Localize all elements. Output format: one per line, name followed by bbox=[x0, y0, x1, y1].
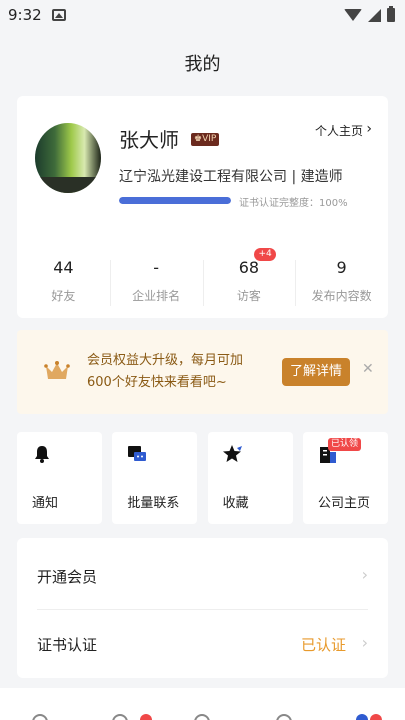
chevron-right-icon: › bbox=[361, 633, 368, 652]
stat-label: 企业排名 bbox=[132, 289, 181, 303]
quick-favorites[interactable]: 收藏 bbox=[207, 432, 293, 524]
stat-published[interactable]: 9 发布内容数 bbox=[295, 256, 388, 306]
stat-label: 访客 bbox=[236, 289, 261, 303]
certificate-progress-text: 证书认证完整度：100% bbox=[239, 198, 348, 209]
quick-label: 批量联系 bbox=[127, 496, 180, 511]
status-time: 9:32 bbox=[8, 6, 42, 24]
visitor-count-badge: +4 bbox=[254, 248, 276, 261]
menu-item-certificate[interactable]: 证书认证 已认证 › bbox=[37, 610, 368, 678]
battery-icon bbox=[387, 6, 395, 22]
membership-promo-banner: 会员权益大升级，每月可加 600个好友快来看看吧~ 了解详情 ✕ bbox=[17, 330, 388, 414]
stat-friends[interactable]: 44 好友 bbox=[17, 256, 110, 306]
stat-label: 发布内容数 bbox=[311, 289, 372, 303]
menu-label: 证书认证 bbox=[37, 636, 98, 654]
status-indicators bbox=[344, 6, 395, 22]
discover-tab-icon[interactable] bbox=[194, 714, 210, 720]
wifi-icon bbox=[344, 9, 362, 21]
promo-line-1: 会员权益大升级，每月可加 bbox=[87, 353, 244, 368]
promo-line-2: 600个好友快来看看吧~ bbox=[87, 375, 227, 390]
home-tab-icon[interactable] bbox=[32, 714, 48, 720]
publish-tab-icon[interactable] bbox=[276, 714, 292, 720]
certificate-status: 已认证 bbox=[300, 636, 346, 654]
vip-badge: ♚VIP bbox=[191, 133, 220, 146]
bottom-tab-bar bbox=[0, 688, 405, 720]
quick-company-homepage[interactable]: 已认领 公司主页 bbox=[302, 432, 388, 524]
star-icon bbox=[222, 445, 242, 462]
stat-value: 9 bbox=[336, 258, 347, 277]
learn-more-button[interactable]: 了解详情 bbox=[282, 358, 350, 386]
quick-label: 收藏 bbox=[222, 496, 249, 511]
avatar[interactable] bbox=[35, 123, 101, 193]
settings-menu: 开通会员 › 证书认证 已认证 › bbox=[17, 538, 388, 678]
menu-label: 开通会员 bbox=[37, 568, 98, 586]
chevron-right-icon: › bbox=[361, 565, 368, 584]
stats-row: 44 好友 - 企业排名 +4 68 访客 9 发布内容数 bbox=[17, 248, 388, 306]
user-name: 张大师 bbox=[119, 128, 179, 152]
photo-notification-icon bbox=[51, 9, 66, 21]
quick-batch-contact[interactable]: 批量联系 bbox=[112, 432, 198, 524]
promo-text: 会员权益大升级，每月可加 600个好友快来看看吧~ bbox=[87, 350, 277, 394]
certificate-progress-fill bbox=[119, 197, 231, 204]
stat-value: 44 bbox=[53, 258, 74, 277]
bell-icon bbox=[35, 446, 49, 463]
stat-label: 好友 bbox=[51, 289, 76, 303]
page-title: 我的 bbox=[184, 54, 221, 75]
chevron-right-icon[interactable]: › bbox=[366, 121, 372, 137]
crown-icon bbox=[44, 361, 70, 379]
stat-company-rank[interactable]: - 企业排名 bbox=[109, 256, 203, 306]
vip-icon: ♚ bbox=[194, 134, 203, 144]
message-tab-icon[interactable] bbox=[112, 714, 128, 720]
close-icon[interactable]: ✕ bbox=[362, 361, 374, 377]
vip-label: VIP bbox=[202, 134, 217, 144]
profile-tab-icon[interactable] bbox=[356, 714, 368, 720]
profile-tab-dot-icon bbox=[370, 714, 382, 720]
signal-icon bbox=[368, 8, 381, 22]
unread-dot-icon bbox=[140, 714, 152, 720]
stat-value: - bbox=[153, 258, 160, 277]
profile-card: 张大师 ♚VIP 个人主页 › 辽宁泓光建设工程有限公司 | 建造师 证书认证完… bbox=[17, 96, 388, 318]
certificate-progress-bar bbox=[119, 197, 231, 204]
menu-item-membership[interactable]: 开通会员 › bbox=[37, 542, 368, 610]
quick-notifications[interactable]: 通知 bbox=[17, 432, 102, 524]
company-title: 辽宁泓光建设工程有限公司 | 建造师 bbox=[119, 169, 343, 185]
quick-label: 通知 bbox=[32, 496, 59, 511]
stat-visitors[interactable]: +4 68 访客 bbox=[202, 248, 296, 306]
chat-icon bbox=[128, 446, 147, 461]
claimed-badge: 已认领 bbox=[327, 438, 361, 451]
homepage-link[interactable]: 个人主页 bbox=[315, 122, 363, 139]
status-bar: 9:32 bbox=[0, 0, 405, 30]
stat-value: 68 bbox=[238, 258, 260, 277]
quick-actions: 通知 批量联系 收藏 已认领 公司主页 bbox=[17, 432, 388, 524]
quick-label: 公司主页 bbox=[317, 496, 370, 511]
